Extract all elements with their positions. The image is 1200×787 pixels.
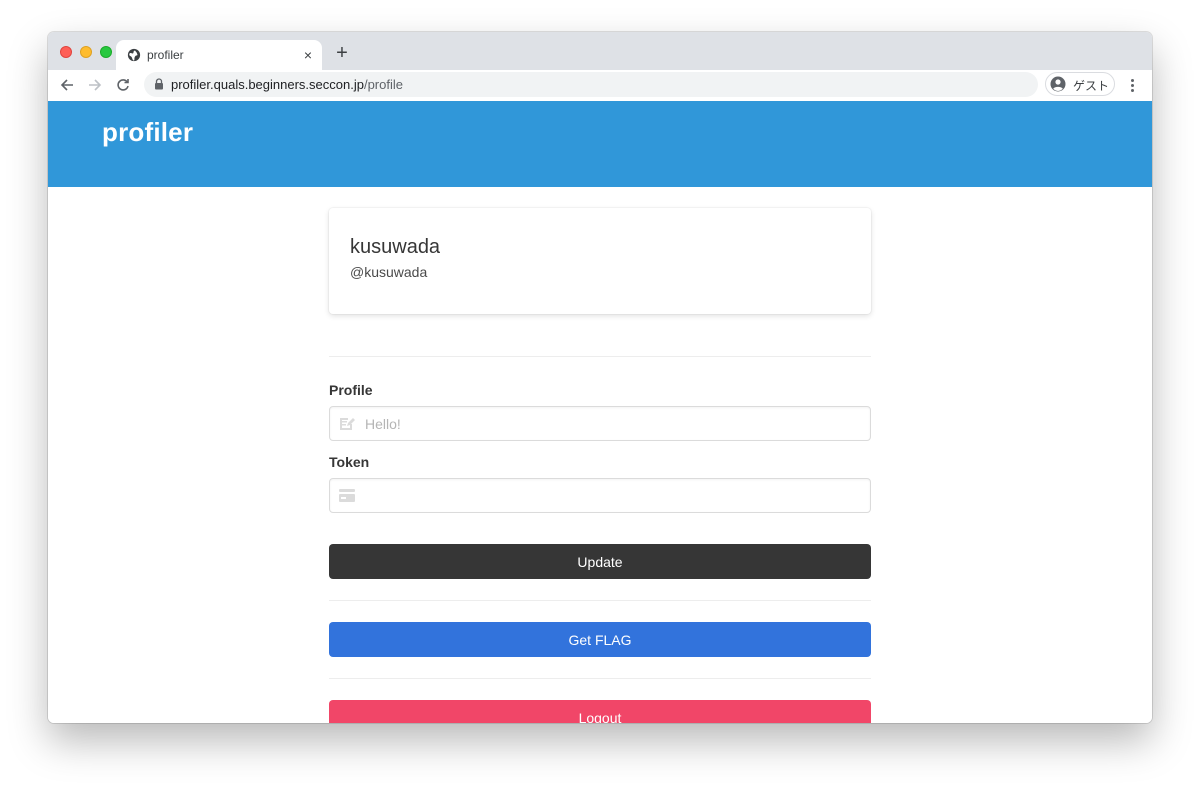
token-input[interactable] xyxy=(329,478,871,513)
profile-card: kusuwada @kusuwada xyxy=(329,208,871,314)
profile-input[interactable] xyxy=(329,406,871,441)
menu-dot xyxy=(1130,88,1134,92)
lock-icon xyxy=(155,78,163,90)
profile-field-wrapper xyxy=(329,406,871,441)
arrow-left-icon xyxy=(60,79,73,91)
globe-icon xyxy=(127,48,141,62)
browser-window: profiler × + profiler.quals.beginners.se… xyxy=(48,32,1152,723)
token-field-wrapper xyxy=(329,478,871,513)
browser-toolbar: profiler.quals.beginners.seccon.jp/profi… xyxy=(48,70,1152,102)
person-circle-icon xyxy=(1050,76,1066,92)
reload-button[interactable] xyxy=(112,74,134,96)
back-button[interactable] xyxy=(56,74,78,96)
menu-dot xyxy=(1130,83,1134,87)
divider xyxy=(329,600,871,601)
profile-button[interactable]: ゲスト xyxy=(1045,72,1115,96)
url-text: profiler.quals.beginners.seccon.jp/profi… xyxy=(171,77,403,92)
new-tab-button[interactable]: + xyxy=(332,43,352,63)
divider xyxy=(329,356,871,357)
tab-title: profiler xyxy=(147,48,184,62)
page-content: profiler kusuwada @kusuwada Profile Toke… xyxy=(48,101,1152,723)
maximize-window-button[interactable] xyxy=(100,46,112,58)
browser-tab-active[interactable]: profiler × xyxy=(116,40,322,70)
kebab-menu-icon[interactable] xyxy=(1122,75,1142,95)
menu-dot xyxy=(1130,78,1134,82)
arrow-right-icon xyxy=(89,79,102,91)
close-window-button[interactable] xyxy=(60,46,72,58)
url-host: profiler.quals.beginners.seccon.jp xyxy=(171,77,364,92)
update-button[interactable]: Update xyxy=(329,544,871,579)
user-name: kusuwada xyxy=(350,236,441,258)
url-path: /profile xyxy=(363,77,403,92)
profile-label: Profile xyxy=(329,382,373,398)
logout-button[interactable]: Logout xyxy=(329,700,871,723)
user-handle: @kusuwada xyxy=(350,264,428,280)
profile-label: ゲスト xyxy=(1073,79,1110,93)
tab-close-icon[interactable]: × xyxy=(300,47,316,63)
minimize-window-button[interactable] xyxy=(80,46,92,58)
reload-icon xyxy=(117,79,129,91)
token-label: Token xyxy=(329,454,370,470)
divider xyxy=(329,678,871,679)
forward-button[interactable] xyxy=(84,74,106,96)
address-bar[interactable]: profiler.quals.beginners.seccon.jp/profi… xyxy=(144,72,1038,97)
tab-strip: profiler × + xyxy=(48,32,1152,70)
get-flag-button[interactable]: Get FLAG xyxy=(329,622,871,657)
app-header: profiler xyxy=(48,101,1152,187)
app-title: profiler xyxy=(102,117,194,147)
